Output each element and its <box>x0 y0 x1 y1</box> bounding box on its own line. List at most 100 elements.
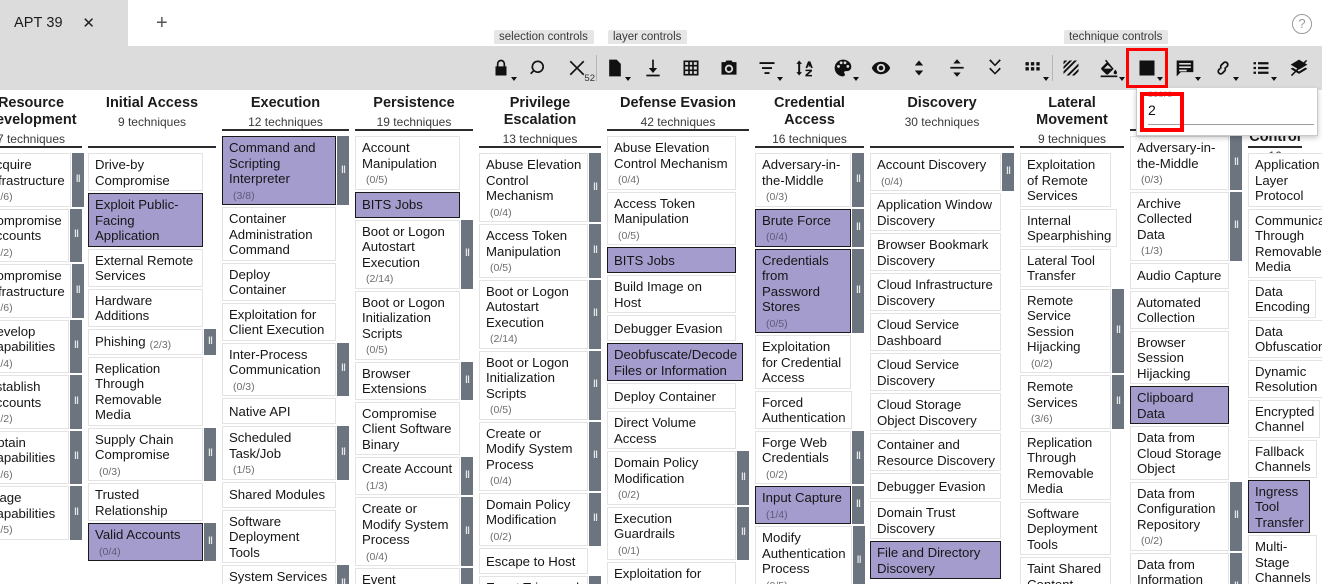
technique-cell[interactable]: Communication Through Removable Media <box>1248 209 1322 278</box>
technique-cell[interactable]: Obtain Capabilities(1/6) <box>0 431 69 485</box>
technique-cell[interactable]: Abuse Elevation Control Mechanism(0/4) <box>607 136 736 190</box>
expand-sub-techniques-handle[interactable]: ‖ <box>853 526 865 584</box>
collapse-all-button[interactable] <box>976 50 1014 86</box>
expand-sub-techniques-handle[interactable]: ‖ <box>72 153 84 207</box>
technique-cell[interactable]: Cloud Infrastructure Discovery <box>870 273 1001 311</box>
matrix-layout-button[interactable] <box>1014 50 1052 86</box>
technique-cell[interactable]: Create Account(1/3) <box>355 457 460 495</box>
technique-cell[interactable]: Forced Authentication <box>755 391 852 429</box>
technique-cell[interactable]: Compromise Client Software Binary <box>355 402 460 456</box>
technique-cell[interactable]: Deploy Container <box>222 263 336 301</box>
technique-cell[interactable]: Automated Collection <box>1130 291 1229 329</box>
technique-cell[interactable]: Data from Cloud Storage Object <box>1130 426 1229 480</box>
link-button[interactable] <box>1204 50 1242 86</box>
technique-cell[interactable]: Replication Through Removable Media <box>88 357 203 426</box>
technique-cell[interactable]: Phishing(2/3) <box>88 329 203 355</box>
help-icon[interactable]: ? <box>1292 14 1312 34</box>
technique-cell[interactable]: Scheduled Task/Job(1/5) <box>222 426 336 480</box>
deselect-all-button[interactable]: 52 <box>558 50 596 86</box>
expand-sub-techniques-handle[interactable]: ‖ <box>337 136 349 205</box>
expand-sub-techniques-handle[interactable]: ‖ <box>72 264 84 318</box>
expand-sub-techniques-handle[interactable]: ‖ <box>337 426 349 480</box>
technique-cell[interactable]: External Remote Services <box>88 249 203 287</box>
technique-cell[interactable]: Internal Spearphishing <box>1020 209 1117 247</box>
technique-cell[interactable]: Debugger Evasion <box>870 473 1001 499</box>
download-layer-button[interactable] <box>634 50 672 86</box>
plus-icon[interactable]: + <box>156 13 168 33</box>
chevron-down-icon[interactable] <box>511 77 517 81</box>
render-image-button[interactable] <box>710 50 748 86</box>
technique-cell[interactable]: Native API <box>222 398 336 424</box>
technique-cell[interactable]: Access Token Manipulation(0/5) <box>607 192 736 246</box>
expand-sub-techniques-handle[interactable]: ‖ <box>1230 136 1242 190</box>
technique-cell[interactable]: Data from Configuration Repository(0/2) <box>1130 482 1229 551</box>
expand-sub-techniques-handle[interactable]: ‖ <box>461 220 473 289</box>
technique-cell[interactable]: Container and Resource Discovery <box>870 433 1001 471</box>
technique-cell[interactable]: Clipboard Data <box>1130 386 1229 424</box>
technique-cell[interactable]: Browser Bookmark Discovery <box>870 233 1001 271</box>
expand-sub-techniques-handle[interactable]: ‖ <box>204 523 216 561</box>
technique-cell[interactable]: Create or Modify System Process(0/4) <box>355 497 460 566</box>
technique-cell[interactable]: File and Directory Discovery <box>870 541 1001 579</box>
expand-sub-techniques-handle[interactable]: ‖ <box>70 209 82 263</box>
technique-cell[interactable]: BITS Jobs <box>607 247 736 273</box>
expand-sub-techniques-handle[interactable]: ‖ <box>1112 375 1124 429</box>
layer-info-button[interactable] <box>596 50 634 86</box>
technique-cell[interactable]: Remote Service Session Hijacking(0/2) <box>1020 289 1111 374</box>
technique-cell[interactable]: Boot or Logon Autostart Execution(2/14) <box>355 220 460 289</box>
technique-cell[interactable]: Audio Capture <box>1130 263 1229 289</box>
technique-cell[interactable]: Direct Volume Access <box>607 411 736 449</box>
expand-sub-techniques-handle[interactable]: ‖ <box>589 576 601 584</box>
technique-cell[interactable]: Multi-Stage Channels <box>1248 535 1317 584</box>
technique-cell[interactable]: Credentials from Password Stores(0/5) <box>755 249 851 334</box>
technique-cell[interactable]: Debugger Evasion <box>607 315 736 341</box>
expand-sub-techniques-handle[interactable]: ‖ <box>461 362 473 400</box>
expand-sub-techniques-handle[interactable]: ‖ <box>852 153 864 207</box>
technique-cell[interactable]: Data Obfuscation <box>1248 320 1322 358</box>
technique-cell[interactable]: Supply Chain Compromise(0/3) <box>88 428 203 482</box>
export-excel-button[interactable] <box>672 50 710 86</box>
technique-cell[interactable]: Software Deployment Tools <box>222 510 336 564</box>
expand-sub-techniques-handle[interactable]: ‖ <box>1230 192 1242 261</box>
expand-sub-techniques-handle[interactable]: ‖ <box>1230 553 1242 584</box>
technique-cell[interactable]: Cloud Service Dashboard <box>870 313 1001 351</box>
layer-tab-apt39[interactable]: APT 39 ✕ <box>0 0 128 46</box>
expand-sub-techniques-handle[interactable]: ‖ <box>589 351 601 420</box>
technique-cell[interactable]: Stage Capabilities(0/5) <box>0 486 69 540</box>
expand-sub-techniques-handle[interactable]: ‖ <box>852 249 864 334</box>
technique-cell[interactable]: Trusted Relationship <box>88 483 203 521</box>
chevron-down-icon[interactable] <box>1195 77 1201 81</box>
technique-cell[interactable]: Data from Information Repositories(0/3) <box>1130 553 1229 584</box>
technique-cell[interactable]: Boot or Logon Initialization Scripts(0/5… <box>479 351 588 420</box>
technique-cell[interactable]: Adversary-in-the-Middle(0/3) <box>1130 136 1229 190</box>
technique-cell[interactable]: Boot or Logon Initialization Scripts(0/5… <box>355 291 460 360</box>
clear-annotations-button[interactable] <box>1280 50 1318 86</box>
chevron-down-icon[interactable] <box>853 77 859 81</box>
technique-cell[interactable]: Escape to Host <box>479 548 588 574</box>
technique-cell[interactable]: Account Manipulation(0/5) <box>355 136 460 190</box>
technique-cell[interactable]: Develop Capabilities(0/4) <box>0 320 69 374</box>
expand-sub-techniques-handle[interactable]: ‖ <box>204 428 216 482</box>
search-button[interactable] <box>520 50 558 86</box>
technique-cell[interactable]: Compromise Accounts(0/2) <box>0 209 69 263</box>
technique-cell[interactable]: Build Image on Host <box>607 275 736 313</box>
expand-sub-techniques-handle[interactable]: ‖ <box>461 568 473 584</box>
technique-cell[interactable]: Inter-Process Communication(0/3) <box>222 343 336 397</box>
selection-behavior-button[interactable] <box>482 50 520 86</box>
expand-sub-techniques-handle[interactable]: ‖ <box>852 431 864 485</box>
expand-sub-techniques-handle[interactable]: ‖ <box>589 493 601 547</box>
technique-cell[interactable]: Remote Services(3/6) <box>1020 375 1111 429</box>
chevron-down-icon[interactable] <box>1043 77 1049 81</box>
fill-color-button[interactable] <box>1090 50 1128 86</box>
technique-cell[interactable]: Application Window Discovery <box>870 193 1001 231</box>
technique-cell[interactable]: Archive Collected Data(1/3) <box>1130 192 1229 261</box>
scoring-button[interactable] <box>1128 50 1166 86</box>
chevron-down-icon[interactable] <box>1157 77 1163 81</box>
technique-cell[interactable]: Drive-by Compromise <box>88 153 203 191</box>
technique-cell[interactable]: Adversary-in-the-Middle(0/3) <box>755 153 851 207</box>
expand-sub-techniques-handle[interactable]: ‖ <box>852 486 864 524</box>
show-hide-disabled-button[interactable] <box>862 50 900 86</box>
color-setup-button[interactable] <box>824 50 862 86</box>
technique-cell[interactable]: Forge Web Credentials(0/2) <box>755 431 851 485</box>
expand-sub-techniques-handle[interactable]: ‖ <box>461 497 473 566</box>
